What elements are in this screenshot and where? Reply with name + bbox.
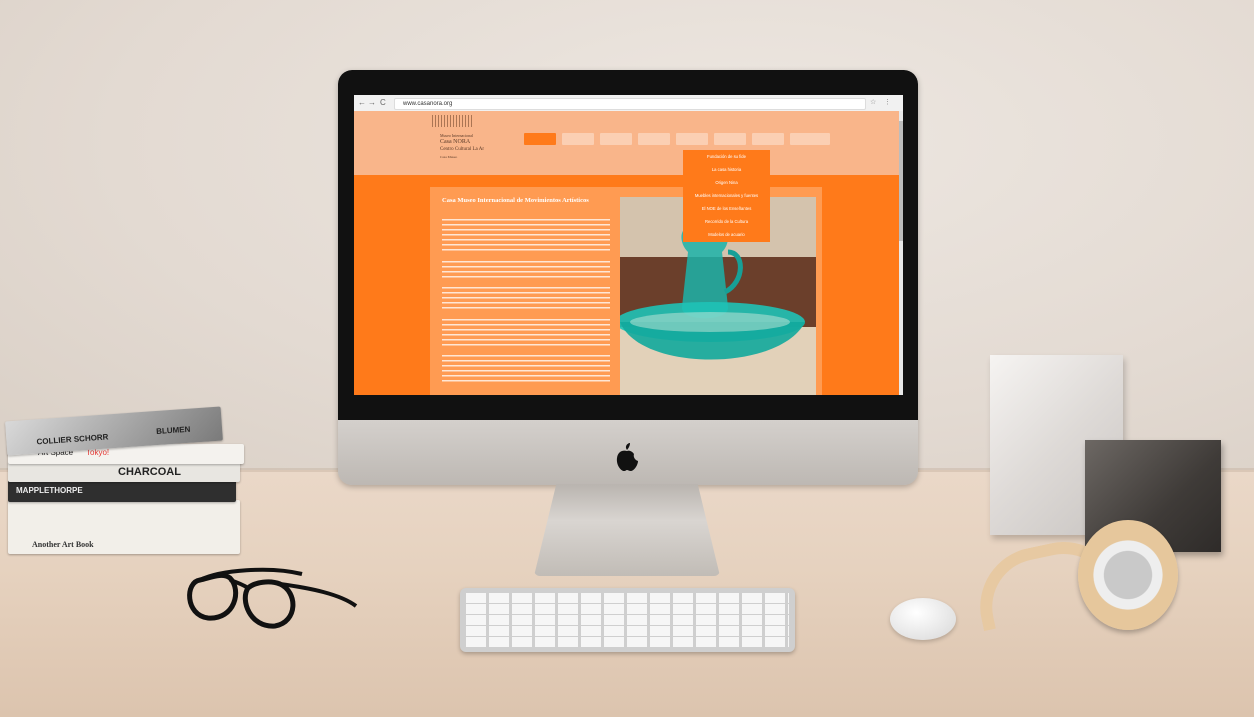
menu-item[interactable]	[638, 133, 670, 145]
eyeglasses	[187, 567, 358, 629]
dropdown-item[interactable]: Muebles internacionales y fuentes	[683, 193, 770, 198]
panel-title: Casa Museo Internacional de Movimientos …	[442, 197, 589, 204]
headphones-icon	[1078, 520, 1178, 630]
paragraph-text	[442, 355, 610, 383]
book-bottom: Another Art Book	[8, 500, 240, 554]
book-title: COLLIER SCHORR	[36, 432, 109, 447]
address-bar[interactable]: www.casanora.org	[394, 98, 866, 110]
logo-graphic	[432, 115, 472, 127]
book-title: BLUMEN	[155, 424, 191, 437]
menu-item[interactable]	[714, 133, 746, 145]
star-icon[interactable]: ☆	[870, 98, 876, 108]
dropdown-menu: Fundación de su fide La casa historia Or…	[683, 150, 770, 242]
scroll-thumb[interactable]	[899, 121, 903, 241]
paragraph-text	[442, 287, 610, 311]
url-text: www.casanora.org	[403, 101, 453, 107]
book-title: Another Art Book	[32, 540, 94, 549]
book: MAPPLETHORPE	[8, 480, 236, 502]
reload-button[interactable]: C	[380, 98, 386, 108]
book: CHARCOAL	[8, 462, 240, 482]
menu-item[interactable]	[790, 133, 830, 145]
menu-item[interactable]	[600, 133, 632, 145]
menu-item[interactable]	[562, 133, 594, 145]
forward-button[interactable]: →	[368, 98, 376, 108]
monitor-stand	[534, 484, 720, 576]
logo-line-1: Museo Internacional	[440, 133, 473, 138]
page-scrollbar[interactable]	[899, 111, 903, 395]
logo-line-4: Casa Museo	[440, 155, 458, 159]
magic-mouse	[890, 598, 956, 640]
menu-icon[interactable]: ⋮	[884, 98, 891, 108]
menu-item-active[interactable]	[524, 133, 556, 145]
apple-logo-icon	[616, 443, 638, 471]
menu-item[interactable]	[752, 133, 784, 145]
dropdown-item[interactable]: La casa historia	[683, 167, 770, 172]
browser-toolbar: ← → C www.casanora.org ☆ ⋮	[354, 95, 903, 112]
keyboard	[460, 588, 795, 652]
back-button[interactable]: ←	[358, 98, 366, 108]
dropdown-item[interactable]: Fundación de su fide	[683, 154, 770, 159]
dropdown-item[interactable]: Origen Nina	[683, 180, 770, 185]
site-header: Museo Internacional Casa NORA Centro Cul…	[354, 111, 903, 175]
keyboard-keys	[466, 593, 789, 647]
logo-line-3: Centro Cultural La Ar	[440, 147, 485, 152]
book-title: MAPPLETHORPE	[16, 486, 83, 495]
monitor-screen: ← → C www.casanora.org ☆ ⋮ Museo Interna…	[354, 95, 903, 395]
site-body: Casa Museo Internacional de Movimientos …	[354, 175, 903, 395]
book-title: CHARCOAL	[118, 466, 181, 478]
paragraph-text	[442, 319, 610, 347]
dropdown-item[interactable]: El NOE de los Enseñantes	[683, 206, 770, 211]
menu-item[interactable]	[676, 133, 708, 145]
paragraph-text	[442, 219, 610, 253]
logo-line-2: Casa NORA	[440, 139, 471, 145]
site-logo[interactable]: Museo Internacional Casa NORA Centro Cul…	[432, 115, 502, 171]
paragraph-text	[442, 261, 610, 279]
dropdown-item[interactable]: Modelos de acuario	[683, 232, 770, 237]
dropdown-item[interactable]: Recorrido de la Cultura	[683, 219, 770, 224]
